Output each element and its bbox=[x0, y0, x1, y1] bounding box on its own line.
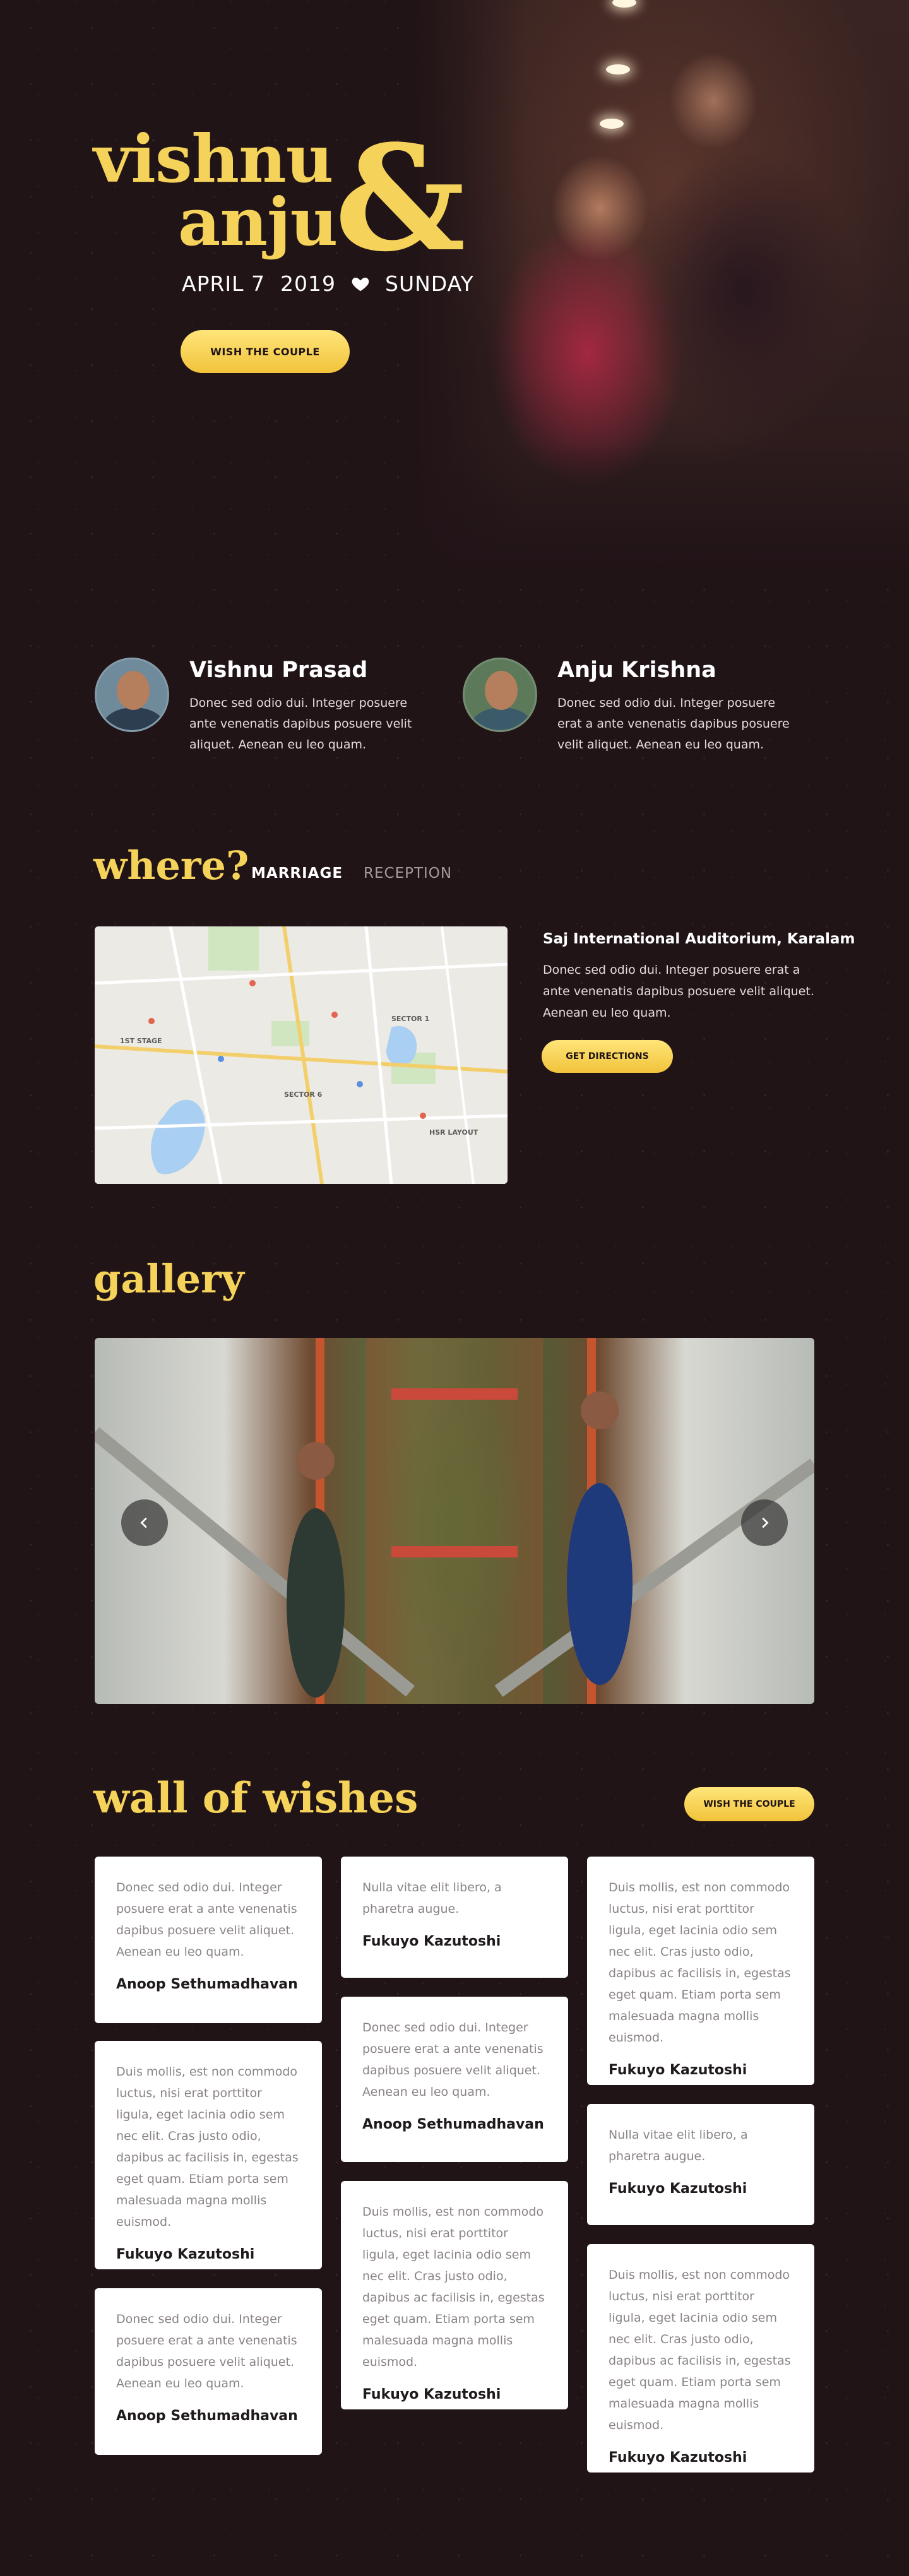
map-graphic: 1ST STAGE SECTOR 6 SECTOR 1 HSR LAYOUT bbox=[95, 926, 508, 1184]
wishes-title: wall of wishes bbox=[93, 1773, 419, 1823]
ceiling-light bbox=[612, 0, 636, 8]
gallery-photo bbox=[95, 1338, 814, 1704]
profile-name: Vishnu Prasad bbox=[189, 658, 368, 683]
get-directions-button[interactable]: GET DIRECTIONS bbox=[542, 1040, 673, 1073]
where-title: where? bbox=[93, 842, 249, 889]
wish-text: Duis mollis, est non commodo luctus, nis… bbox=[116, 2065, 299, 2229]
date-year: 2019 bbox=[280, 271, 336, 296]
hero-ampersand: & bbox=[335, 114, 466, 284]
gallery-prev-button[interactable] bbox=[121, 1499, 168, 1546]
ceiling-light bbox=[606, 64, 630, 74]
wish-the-couple-button[interactable]: WISH THE COUPLE bbox=[181, 330, 350, 373]
ceiling-light bbox=[600, 119, 624, 129]
hero-section: vishnu anju & APRIL 7 2019 SUNDAY WISH T… bbox=[0, 0, 909, 568]
tab-marriage[interactable]: MARRIAGE bbox=[251, 865, 343, 882]
tab-reception[interactable]: RECEPTION bbox=[364, 865, 452, 882]
wish-author: Anoop Sethumadhavan bbox=[116, 2408, 298, 2424]
wish-card: Donec sed odio dui. Integer posuere erat… bbox=[95, 1857, 322, 2023]
venue-name: Saj International Auditorium, Karalam bbox=[543, 931, 855, 947]
wish-author: Fukuyo Kazutoshi bbox=[609, 2062, 747, 2078]
gallery-carousel[interactable] bbox=[95, 1338, 814, 1704]
chevron-right-icon bbox=[762, 1517, 769, 1528]
venue-map[interactable]: 1ST STAGE SECTOR 6 SECTOR 1 HSR LAYOUT bbox=[95, 926, 508, 1184]
wish-text: Duis mollis, est non commodo luctus, nis… bbox=[609, 2268, 791, 2432]
profile-description: Donec sed odio dui. Integer posuere ante… bbox=[189, 696, 412, 752]
avatar bbox=[463, 658, 537, 732]
map-label: SECTOR 1 bbox=[391, 1015, 429, 1023]
wish-author: Fukuyo Kazutoshi bbox=[362, 2387, 501, 2402]
profile-groom: Vishnu Prasad Donec sed odio dui. Intege… bbox=[95, 656, 448, 764]
wish-author: Fukuyo Kazutoshi bbox=[362, 1934, 501, 1949]
wish-card: Donec sed odio dui. Integer posuere erat… bbox=[95, 2288, 322, 2455]
wish-card: Nulla vitae elit libero, a pharetra augu… bbox=[587, 2104, 814, 2225]
hero-name-groom: vishnu bbox=[93, 120, 333, 198]
wish-text: Donec sed odio dui. Integer posuere erat… bbox=[362, 2021, 544, 2099]
profile-description: Donec sed odio dui. Integer posuere erat… bbox=[557, 696, 790, 752]
wish-text: Nulla vitae elit libero, a pharetra augu… bbox=[609, 2128, 748, 2163]
profile-name: Anju Krishna bbox=[557, 658, 716, 683]
profile-bride: Anju Krishna Donec sed odio dui. Integer… bbox=[463, 656, 816, 764]
hero-name-bride: anju bbox=[178, 183, 338, 261]
wish-card: Duis mollis, est non commodo luctus, nis… bbox=[587, 2244, 814, 2473]
wish-author: Fukuyo Kazutoshi bbox=[609, 2181, 747, 2197]
wish-card: Donec sed odio dui. Integer posuere erat… bbox=[341, 1997, 568, 2162]
map-label: SECTOR 6 bbox=[284, 1090, 323, 1099]
gallery-title: gallery bbox=[93, 1256, 244, 1302]
wish-the-couple-button-secondary[interactable]: WISH THE COUPLE bbox=[684, 1787, 814, 1821]
venue-description: Donec sed odio dui. Integer posuere erat… bbox=[543, 963, 814, 1020]
wish-author: Fukuyo Kazutoshi bbox=[116, 2247, 255, 2262]
wish-text: Duis mollis, est non commodo luctus, nis… bbox=[362, 2205, 545, 2369]
date-day: APRIL 7 bbox=[182, 271, 266, 296]
couple-photo bbox=[417, 0, 909, 568]
wish-author: Fukuyo Kazutoshi bbox=[609, 2450, 747, 2466]
wish-author: Anoop Sethumadhavan bbox=[362, 2117, 544, 2132]
date-weekday: SUNDAY bbox=[385, 271, 474, 296]
wish-author: Anoop Sethumadhavan bbox=[116, 1976, 298, 1992]
wish-card: Nulla vitae elit libero, a pharetra augu… bbox=[341, 1857, 568, 1978]
avatar bbox=[95, 658, 169, 732]
wish-text: Duis mollis, est non commodo luctus, nis… bbox=[609, 1881, 791, 2045]
map-label: HSR LAYOUT bbox=[429, 1128, 478, 1137]
gallery-next-button[interactable] bbox=[741, 1499, 788, 1546]
wish-text: Nulla vitae elit libero, a pharetra augu… bbox=[362, 1881, 502, 1916]
wedding-date: APRIL 7 2019 SUNDAY bbox=[182, 271, 474, 296]
heart-icon bbox=[352, 277, 369, 291]
chevron-left-icon bbox=[140, 1517, 147, 1528]
wish-text: Donec sed odio dui. Integer posuere erat… bbox=[116, 2312, 297, 2390]
wish-card: Duis mollis, est non commodo luctus, nis… bbox=[95, 2041, 322, 2269]
wish-card: Duis mollis, est non commodo luctus, nis… bbox=[587, 1857, 814, 2085]
wish-text: Donec sed odio dui. Integer posuere erat… bbox=[116, 1881, 297, 1959]
map-label: 1ST STAGE bbox=[120, 1037, 162, 1045]
wish-card: Duis mollis, est non commodo luctus, nis… bbox=[341, 2181, 568, 2409]
